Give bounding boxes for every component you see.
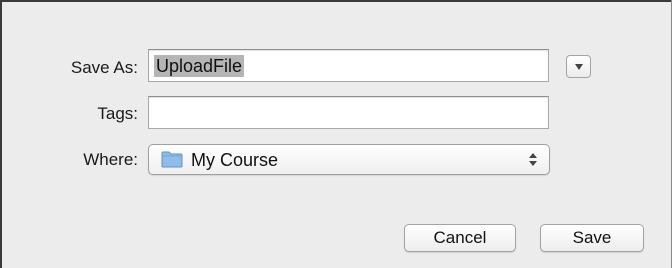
save-button[interactable]: Save xyxy=(540,224,644,252)
save-as-label: Save As: xyxy=(70,58,138,77)
save-as-field[interactable]: UploadFile xyxy=(148,49,549,82)
expand-button[interactable] xyxy=(566,55,591,78)
tags-label: Tags: xyxy=(97,104,138,123)
folder-icon xyxy=(161,151,183,168)
where-value: My Course xyxy=(191,150,279,170)
save-as-value: UploadFile xyxy=(154,55,245,77)
tags-field[interactable] xyxy=(148,96,549,129)
dialog-left-border xyxy=(0,0,2,268)
where-popup[interactable]: My Course xyxy=(148,144,550,175)
save-dialog: Save As: UploadFile Tags: Where: My Cour… xyxy=(0,0,672,268)
dialog-top-border xyxy=(0,0,672,2)
where-label: Where: xyxy=(83,150,138,169)
disclosure-triangle-icon xyxy=(575,64,583,70)
cancel-button[interactable]: Cancel xyxy=(404,224,516,252)
up-down-arrows-icon xyxy=(529,153,537,166)
